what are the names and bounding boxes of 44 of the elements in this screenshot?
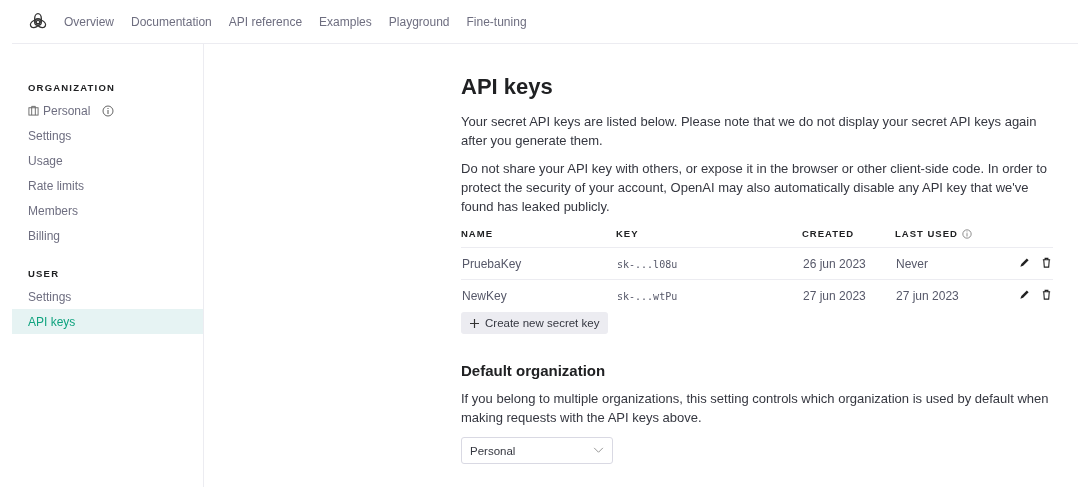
edit-icon[interactable] [1018, 256, 1030, 268]
key-name: PruebaKey [462, 256, 522, 271]
description-text: If you belong to multiple organizations, this setting controls which organization is used by default when making requests with the API keys above. [461, 390, 1050, 427]
create-key-button[interactable]: Create new secret key [461, 312, 609, 334]
key-value: sk-...wtPu [617, 290, 678, 302]
sidebar-item[interactable]: Settings [12, 123, 203, 148]
nav-link[interactable]: Overview [64, 14, 114, 29]
sidebar-item[interactable]: API keys [12, 309, 203, 334]
description-text: Do not share your API key with others, or expose it in the browser or other client-side code. In order to protect the security of your account, OpenAI may also automatically disable any API key that we've found has leaked publicly. [461, 160, 1048, 216]
created-date: 26 jun 2023 [803, 256, 866, 271]
column-header: NAME [461, 228, 493, 239]
last-used-date: Never [896, 256, 928, 271]
delete-icon[interactable] [1041, 256, 1052, 268]
key-name: NewKey [462, 288, 507, 303]
nav-link[interactable]: Documentation [131, 14, 212, 29]
org-name: Personal [43, 103, 91, 118]
briefcase-icon [28, 105, 39, 116]
section-heading: Default organization [461, 362, 607, 379]
nav-link[interactable]: Fine-tuning [466, 14, 527, 29]
column-header: CREATED [802, 228, 855, 239]
sidebar-item[interactable]: Rate limits [12, 173, 203, 198]
edit-icon[interactable] [1018, 288, 1030, 300]
sidebar-item[interactable]: Usage [12, 148, 203, 173]
sidebar-heading: ORGANIZATION [27, 82, 117, 93]
sidebar-item[interactable]: Billing [12, 223, 203, 248]
info-icon[interactable] [102, 104, 115, 117]
nav-link[interactable]: Playground [388, 14, 450, 29]
plus-icon [470, 318, 479, 328]
organization-select[interactable]: Personal [461, 437, 613, 464]
column-header: LAST USED [895, 228, 958, 239]
key-value: sk-...l08u [617, 258, 678, 270]
delete-icon[interactable] [1041, 288, 1052, 300]
nav-link[interactable]: Examples [319, 14, 372, 29]
created-date: 27 jun 2023 [803, 288, 866, 303]
sidebar-heading: USER [27, 268, 61, 279]
sidebar-item[interactable]: Members [12, 198, 203, 223]
column-header: KEY [616, 228, 639, 239]
chevron-down-icon [593, 447, 604, 454]
sidebar-item[interactable]: Settings [12, 284, 203, 309]
last-used-date: 27 jun 2023 [896, 288, 959, 303]
sidebar-item[interactable]: Personal [12, 98, 203, 123]
description-text: Your secret API keys are listed below. Please note that we do not display your secret API keys again after you generate them. [461, 113, 1038, 150]
nav-link[interactable]: API reference [228, 14, 303, 29]
page-title: API keys [461, 74, 554, 100]
